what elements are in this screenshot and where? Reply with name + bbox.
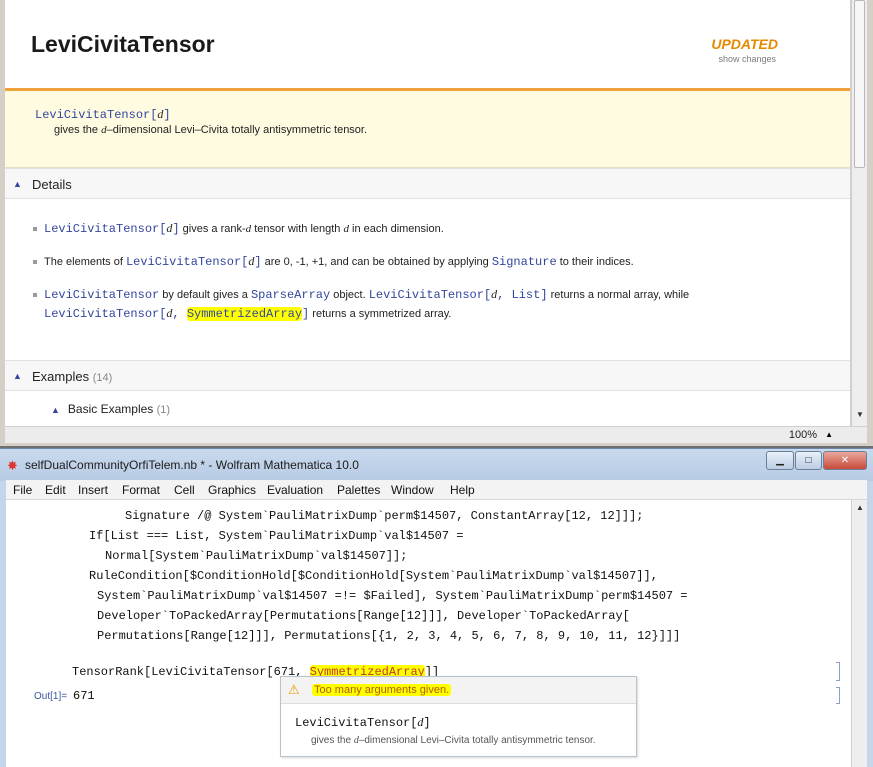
menu-file[interactable]: File	[13, 483, 32, 497]
code-line-3[interactable]: Normal[System`PauliMatrixDump`val$14507]…	[105, 549, 407, 563]
maximize-icon: □	[805, 455, 812, 466]
details-label: Details	[32, 177, 72, 192]
menu-format[interactable]: Format	[122, 483, 160, 497]
menu-palettes[interactable]: Palettes	[337, 483, 380, 497]
tooltip-usage: LeviCivitaTensor[d]	[295, 715, 431, 730]
doc-vertical-scrollbar[interactable]: ▼	[851, 0, 867, 426]
window-title: selfDualCommunityOrfiTelem.nb * - Wolfra…	[25, 458, 359, 472]
details-bullet-3: LeviCivitaTensor by default gives a Spar…	[33, 285, 689, 323]
usage-description: gives the d–dimensional Levi–Civita tota…	[54, 124, 368, 136]
chevron-up-icon: ▲	[13, 371, 22, 381]
code-line-2[interactable]: If[List === List, System`PauliMatrixDump…	[89, 529, 463, 543]
menu-help[interactable]: Help	[450, 483, 475, 497]
menu-window[interactable]: Window	[391, 483, 434, 497]
bullet-icon	[33, 260, 37, 265]
menu-bar: File Edit Insert Format Cell Graphics Ev…	[6, 480, 867, 500]
scroll-up-icon[interactable]: ▲	[856, 503, 864, 512]
minimize-icon: ▁	[776, 455, 784, 466]
code-line-6[interactable]: Developer`ToPackedArray[Permutations[Ran…	[97, 609, 630, 623]
maximize-button[interactable]: □	[795, 451, 822, 470]
page-title: LeviCivitaTensor	[31, 31, 215, 57]
examples-label: Examples (14)	[32, 369, 113, 384]
details-bullet-2: The elements of LeviCivitaTensor[d] are …	[33, 252, 634, 271]
output-value: 671	[73, 689, 95, 703]
notebook-window: ✸ selfDualCommunityOrfiTelem.nb * - Wolf…	[0, 448, 873, 767]
tooltip-description: gives the d–dimensional Levi–Civita tota…	[311, 735, 596, 746]
menu-cell[interactable]: Cell	[174, 483, 195, 497]
close-icon: ✕	[840, 455, 850, 466]
error-message: Too many arguments given.	[312, 684, 452, 696]
usage-func-link[interactable]: LeviCivitaTensor	[35, 108, 150, 122]
details-section-header[interactable]: ▲ Details	[5, 168, 850, 199]
chevron-up-icon: ▲	[51, 405, 60, 415]
highlighted-symmetrizedarray[interactable]: SymmetrizedArray	[186, 307, 303, 321]
code-line-4[interactable]: RuleCondition[$ConditionHold[$ConditionH…	[89, 569, 658, 583]
output-label: Out[1]=	[34, 691, 68, 702]
usage-signature: LeviCivitaTensor[d]	[35, 107, 171, 122]
minimize-button[interactable]: ▁	[766, 451, 794, 470]
output-cell-bracket[interactable]	[836, 687, 840, 704]
menu-insert[interactable]: Insert	[78, 483, 108, 497]
doc-status-bar: 100% ▲	[5, 426, 867, 443]
zoom-level[interactable]: 100%	[789, 429, 817, 441]
updated-badge: UPDATED	[711, 36, 778, 52]
code-line-7[interactable]: Permutations[Range[12]]], Permutations[{…	[97, 629, 680, 643]
input-cell-bracket[interactable]	[836, 662, 840, 681]
chevron-up-icon: ▲	[13, 179, 22, 189]
bullet-icon	[33, 293, 37, 298]
close-button[interactable]: ✕	[823, 451, 867, 470]
error-tooltip: ⚠ Too many arguments given. LeviCivitaTe…	[280, 676, 637, 757]
code-line-5[interactable]: System`PauliMatrixDump`val$14507 =!= $Fa…	[97, 589, 688, 603]
zoom-up-icon[interactable]: ▲	[825, 430, 833, 439]
details-bullet-1: LeviCivitaTensor[d] gives a rank-d tenso…	[33, 219, 444, 238]
tooltip-header: ⚠ Too many arguments given.	[281, 677, 636, 704]
menu-edit[interactable]: Edit	[45, 483, 66, 497]
documentation-page: LeviCivitaTensor UPDATED show changes Le…	[5, 0, 850, 426]
scroll-thumb[interactable]	[854, 0, 865, 168]
warning-icon: ⚠	[288, 682, 300, 697]
scroll-down-icon[interactable]: ▼	[856, 410, 864, 419]
code-line-1[interactable]: Signature /@ System`PauliMatrixDump`perm…	[125, 509, 643, 523]
basic-examples-header[interactable]: ▲ Basic Examples (1)	[51, 402, 170, 416]
show-changes-link[interactable]: show changes	[718, 54, 776, 64]
window-titlebar[interactable]: ✸ selfDualCommunityOrfiTelem.nb * - Wolf…	[0, 449, 873, 481]
menu-evaluation[interactable]: Evaluation	[267, 483, 323, 497]
notebook-vertical-scrollbar[interactable]: ▲	[851, 500, 867, 767]
bullet-icon	[33, 227, 37, 232]
examples-section-header[interactable]: ▲ Examples (14)	[5, 360, 850, 391]
documentation-window: LeviCivitaTensor UPDATED show changes Le…	[0, 0, 873, 446]
menu-graphics[interactable]: Graphics	[208, 483, 256, 497]
mathematica-logo-icon: ✸	[7, 458, 18, 473]
notebook-content[interactable]: Signature /@ System`PauliMatrixDump`perm…	[6, 500, 851, 767]
